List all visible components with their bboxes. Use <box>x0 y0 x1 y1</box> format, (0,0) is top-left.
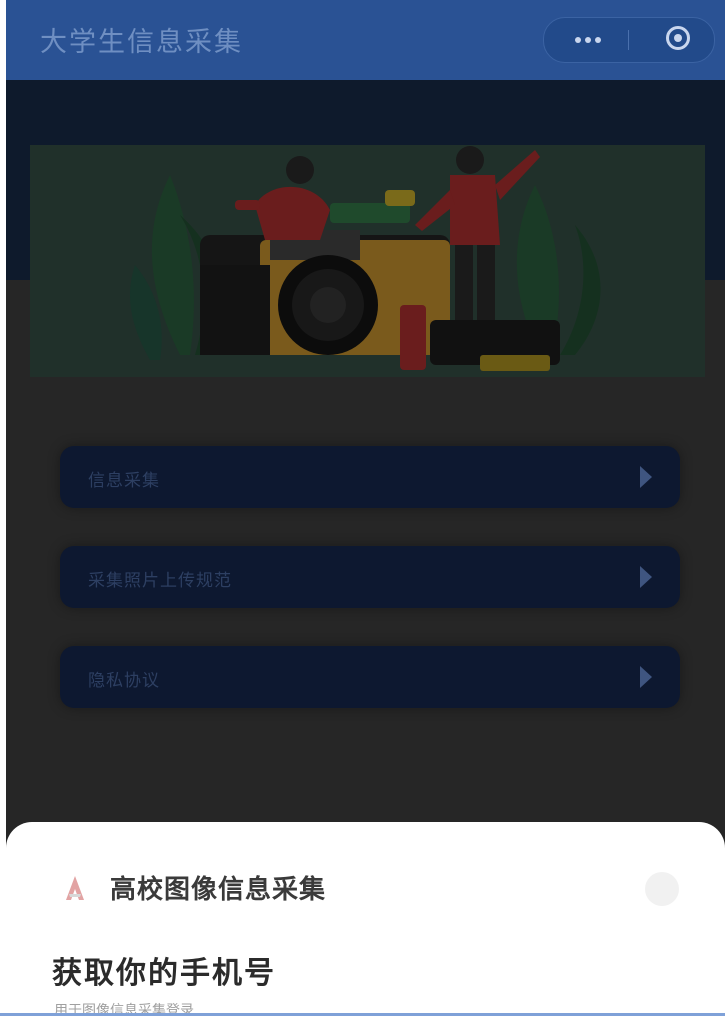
menu-item-label: 隐私协议 <box>88 671 160 691</box>
menu-item-label: 采集照片上传规范 <box>88 571 232 591</box>
chevron-right-icon <box>640 466 652 488</box>
phone-auth-bottom-sheet: 高校图像信息采集 获取你的手机号 用于图像信息采集登录 <box>6 822 725 1016</box>
auth-heading: 获取你的手机号 <box>52 956 276 991</box>
menu-item-upload-guidelines[interactable]: 采集照片上传规范 <box>60 546 680 608</box>
app-logo-icon <box>66 876 84 900</box>
top-nav-bar: 大学生信息采集 <box>6 0 725 80</box>
close-circle-icon[interactable] <box>666 26 690 50</box>
capsule-divider <box>628 30 629 50</box>
phone-screen: 大学生信息采集 信息采集 采集照片上传规范 隐私协议 高校图像信息采集 获取你的… <box>0 0 725 1016</box>
banner-illustration <box>30 145 705 377</box>
menu-item-info-collection[interactable]: 信息采集 <box>60 446 680 508</box>
more-dots-icon[interactable] <box>570 32 606 48</box>
mini-program-capsule <box>543 17 715 63</box>
photographer-camera-illustration <box>30 145 705 377</box>
help-circle-icon[interactable] <box>645 872 679 906</box>
menu-item-privacy-agreement[interactable]: 隐私协议 <box>60 646 680 708</box>
chevron-right-icon <box>640 666 652 688</box>
app-name: 高校图像信息采集 <box>110 875 327 905</box>
page-title: 大学生信息采集 <box>40 27 243 58</box>
menu-item-label: 信息采集 <box>88 471 160 491</box>
chevron-right-icon <box>640 566 652 588</box>
